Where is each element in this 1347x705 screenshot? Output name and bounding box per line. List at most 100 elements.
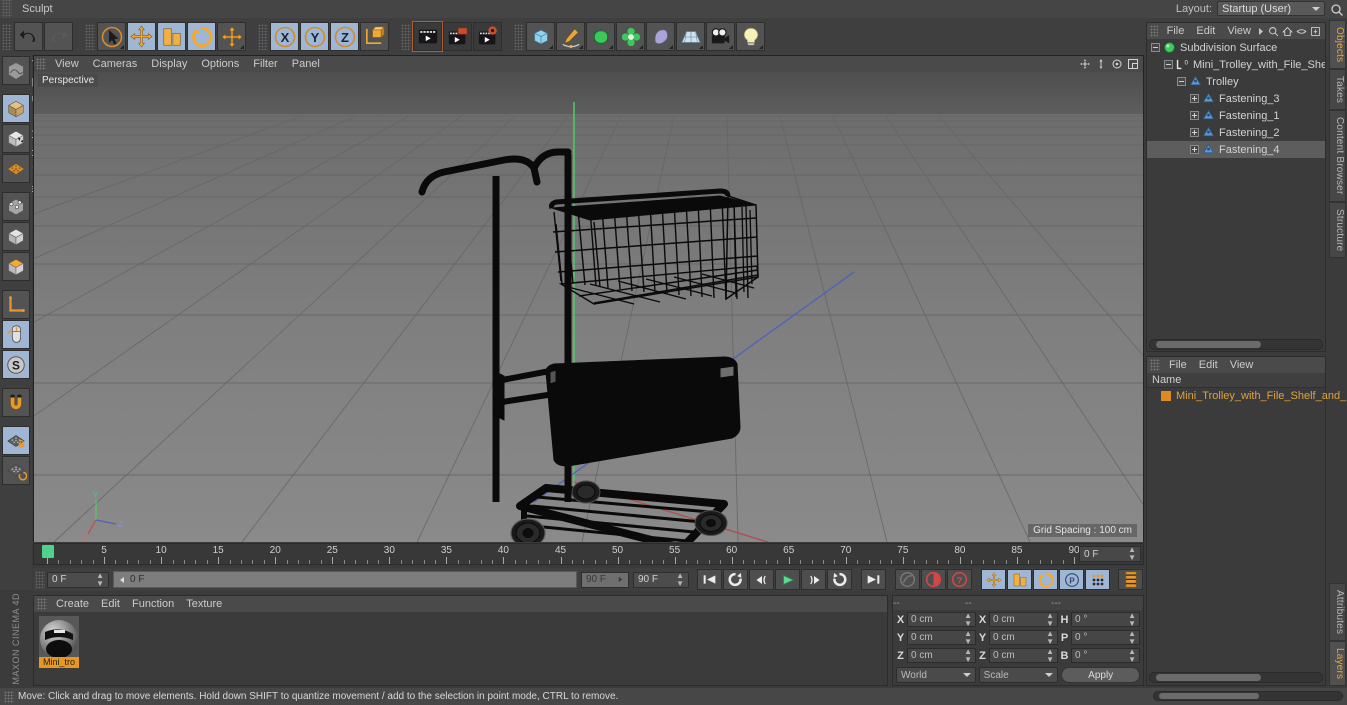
orbit-icon[interactable] xyxy=(1111,58,1123,70)
toolbar-grip-2[interactable] xyxy=(85,23,95,50)
object-tree-row[interactable]: Fastening_4 xyxy=(1147,141,1325,158)
object-tree-row[interactable]: Trolley xyxy=(1147,73,1325,90)
snap-button[interactable]: S xyxy=(2,350,30,379)
y-axis-lock-button[interactable]: Y xyxy=(300,22,329,51)
bend-deformer-button[interactable] xyxy=(646,22,675,51)
timeline-toggle-button[interactable] xyxy=(1118,569,1143,590)
preview-end-frame[interactable]: 90 F xyxy=(581,571,629,588)
rotation-key-button[interactable] xyxy=(1033,569,1058,590)
go-to-start-button[interactable] xyxy=(697,569,722,590)
vtab-content-browser[interactable]: Content Browser xyxy=(1329,110,1346,202)
object-manager-menu-view[interactable]: View xyxy=(1221,23,1257,39)
layer-row[interactable]: Mini_Trolley_with_File_Shelf_and_ xyxy=(1147,388,1346,404)
spinner-icon[interactable]: ▲ ▼ xyxy=(1128,647,1136,664)
lock-workplane-button[interactable] xyxy=(2,426,30,455)
render-view-button[interactable] xyxy=(412,21,443,52)
collapse-icon[interactable] xyxy=(1177,77,1186,86)
expand-icon[interactable] xyxy=(1190,128,1199,137)
object-tree-row[interactable]: Fastening_3 xyxy=(1147,90,1325,107)
spline-pen-button[interactable] xyxy=(556,22,585,51)
size-y-input[interactable]: 0 cm ▲ ▼ xyxy=(989,629,1058,645)
move-axis-button[interactable] xyxy=(217,22,246,51)
array-button[interactable] xyxy=(616,22,645,51)
maximize-icon[interactable] xyxy=(1127,58,1139,70)
camera-button[interactable] xyxy=(706,22,735,51)
rotation-h-input[interactable]: 0 ° ▲ ▼ xyxy=(1071,611,1140,628)
world-axis-button[interactable] xyxy=(2,290,30,319)
spinner-icon[interactable]: ▲ ▼ xyxy=(1046,647,1054,664)
workplane-button[interactable] xyxy=(2,456,30,485)
object-manager-grip[interactable] xyxy=(1150,25,1158,37)
chevron-right-icon[interactable] xyxy=(1257,27,1265,36)
object-tree-row[interactable]: Fastening_1 xyxy=(1147,107,1325,124)
material-manager-menu-texture[interactable]: Texture xyxy=(180,596,228,612)
home-icon[interactable] xyxy=(1282,26,1293,37)
object-manager-menu-edit[interactable]: Edit xyxy=(1190,23,1221,39)
undo-button[interactable] xyxy=(14,22,43,51)
viewport-menu-display[interactable]: Display xyxy=(144,56,194,72)
object-tree[interactable]: Subdivision Surface 0 Mini_Trolley_with_Fi… xyxy=(1147,39,1325,337)
material-manager-menu-create[interactable]: Create xyxy=(50,596,95,612)
zoom-icon[interactable] xyxy=(1095,58,1107,70)
floor-environment-button[interactable] xyxy=(676,22,705,51)
object-tree-row[interactable]: Fastening_2 xyxy=(1147,124,1325,141)
record-active-objects-button[interactable] xyxy=(895,569,920,590)
vtab-takes[interactable]: Takes xyxy=(1329,69,1346,111)
menu-sculpt[interactable]: Sculpt xyxy=(14,0,103,18)
layer-manager-grip[interactable] xyxy=(1150,359,1160,371)
size-z-input[interactable]: 0 cm ▲ ▼ xyxy=(989,647,1058,664)
layout-dropdown[interactable]: Startup (User) xyxy=(1217,1,1325,16)
spinner-icon[interactable]: ▲ ▼ xyxy=(1046,611,1054,628)
toolbar-grip-4[interactable] xyxy=(401,23,411,50)
material-manager-menu-edit[interactable]: Edit xyxy=(95,596,126,612)
param-key-button[interactable]: P xyxy=(1059,569,1084,590)
spinner-icon[interactable]: ▲ ▼ xyxy=(1128,611,1136,628)
viewport-solo-button[interactable] xyxy=(2,320,30,349)
filter-icon[interactable] xyxy=(1310,26,1321,37)
spinner-icon[interactable]: ▲ ▼ xyxy=(964,647,972,664)
position-z-input[interactable]: 0 cm ▲ ▼ xyxy=(907,647,976,664)
expand-icon[interactable] xyxy=(1190,145,1199,154)
scrollbar-thumb[interactable] xyxy=(1159,693,1259,699)
coordinate-system-button[interactable] xyxy=(360,22,389,51)
layer-rows[interactable]: Mini_Trolley_with_File_Shelf_and_ xyxy=(1147,388,1346,404)
expand-icon[interactable] xyxy=(1190,94,1199,103)
cube-primitive-button[interactable] xyxy=(526,22,555,51)
coordinate-system-dropdown[interactable]: World xyxy=(896,667,976,683)
viewport-menu-cameras[interactable]: Cameras xyxy=(86,56,145,72)
play-button[interactable] xyxy=(775,569,800,590)
size-x-input[interactable]: 0 cm ▲ ▼ xyxy=(989,611,1058,628)
spinner-icon[interactable]: ▲ ▼ xyxy=(96,571,104,588)
object-axis-button[interactable] xyxy=(2,252,30,281)
eye-icon[interactable] xyxy=(1296,26,1307,37)
go-to-end-button[interactable] xyxy=(861,569,886,590)
spinner-icon[interactable]: ▲ ▼ xyxy=(676,571,684,588)
spinner-icon[interactable]: ▲ ▼ xyxy=(964,611,972,628)
toolbar-grip-5[interactable] xyxy=(514,23,524,50)
position-y-input[interactable]: 0 cm ▲ ▼ xyxy=(907,629,976,646)
light-button[interactable] xyxy=(736,22,765,51)
material-manager-grip[interactable] xyxy=(37,598,47,610)
keyframe-help-button[interactable]: ? xyxy=(947,569,972,590)
spinner-icon[interactable]: ▲ ▼ xyxy=(964,629,972,646)
vtab-objects[interactable]: Objects xyxy=(1329,20,1346,70)
status-bar-grip[interactable] xyxy=(4,690,14,703)
pan-icon[interactable] xyxy=(1079,58,1091,70)
search-icon[interactable] xyxy=(1268,26,1279,37)
scale-tool-button[interactable] xyxy=(157,22,186,51)
vtab-attributes[interactable]: Attributes xyxy=(1329,582,1346,641)
object-tree-row[interactable]: 0 Mini_Trolley_with_File_Shelf_and xyxy=(1147,56,1325,73)
rotation-b-input[interactable]: 0 ° ▲ ▼ xyxy=(1071,647,1140,664)
step-forward-button[interactable] xyxy=(801,569,826,590)
object-manager-hscrollbar[interactable] xyxy=(1149,339,1323,350)
timeline-current-frame-field[interactable]: 0 F ▲ ▼ xyxy=(1079,546,1141,562)
vtab-layers[interactable]: Layers xyxy=(1329,640,1346,686)
spinner-icon[interactable]: ▲ ▼ xyxy=(1128,546,1136,562)
position-key-button[interactable] xyxy=(981,569,1006,590)
apply-button[interactable]: Apply xyxy=(1061,667,1140,683)
spinner-icon[interactable]: ▲ ▼ xyxy=(1128,629,1136,646)
move-tool-button[interactable] xyxy=(127,22,156,51)
size-mode-dropdown[interactable]: Scale xyxy=(978,667,1059,683)
layer-manager-menu-file[interactable]: File xyxy=(1163,357,1193,373)
viewport-grip[interactable] xyxy=(36,58,46,70)
